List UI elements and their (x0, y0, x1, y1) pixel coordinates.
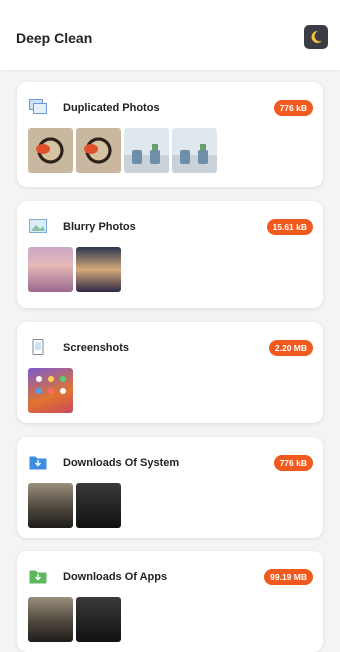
duplicated-photos-card[interactable]: Duplicated Photos 776 kB (17, 82, 323, 187)
photo-thumbnail[interactable] (76, 247, 121, 292)
app-header: Deep Clean (0, 0, 340, 70)
card-title: Blurry Photos (63, 221, 136, 233)
downloads-of-system-card[interactable]: Downloads Of System 776 kB (17, 437, 323, 538)
moon-icon (311, 30, 322, 43)
photo-thumbnail[interactable] (76, 128, 121, 173)
size-badge: 776 kB (273, 100, 313, 116)
thumbnail-row (28, 247, 121, 292)
thumbnail-row (28, 597, 121, 642)
downloads-of-apps-card[interactable]: Downloads Of Apps 99.19 MB (17, 551, 323, 652)
photo-thumbnail[interactable] (124, 128, 169, 173)
blurry-photos-card[interactable]: Blurry Photos 15.61 kB (17, 201, 323, 308)
thumbnail-row (28, 368, 73, 413)
download-thumbnail[interactable] (76, 597, 121, 642)
photo-thumbnail[interactable] (172, 128, 217, 173)
blurry-photo-icon (29, 219, 47, 233)
app-download-icon (29, 570, 47, 584)
size-badge: 776 kB (273, 455, 313, 471)
download-thumbnail[interactable] (28, 597, 73, 642)
card-title: Screenshots (63, 342, 130, 354)
duplicate-photos-icon (29, 99, 47, 114)
download-thumbnail[interactable] (28, 483, 73, 528)
card-title: Downloads Of System (63, 457, 180, 469)
theme-toggle-button[interactable] (304, 25, 328, 49)
screenshot-icon (32, 339, 44, 355)
download-thumbnail[interactable] (76, 483, 121, 528)
thumbnail-row (28, 483, 121, 528)
system-download-icon (29, 456, 47, 470)
thumbnail-row (28, 128, 217, 173)
page-title: Deep Clean (16, 30, 93, 46)
screenshots-card[interactable]: Screenshots 2.20 MB (17, 322, 323, 423)
card-title: Downloads Of Apps (63, 571, 168, 583)
size-badge: 2.20 MB (268, 340, 313, 356)
photo-thumbnail[interactable] (28, 247, 73, 292)
card-title: Duplicated Photos (63, 102, 160, 114)
size-badge: 15.61 kB (266, 219, 313, 235)
screenshot-thumbnail[interactable] (28, 368, 73, 413)
size-badge: 99.19 MB (264, 569, 313, 585)
photo-thumbnail[interactable] (28, 128, 73, 173)
